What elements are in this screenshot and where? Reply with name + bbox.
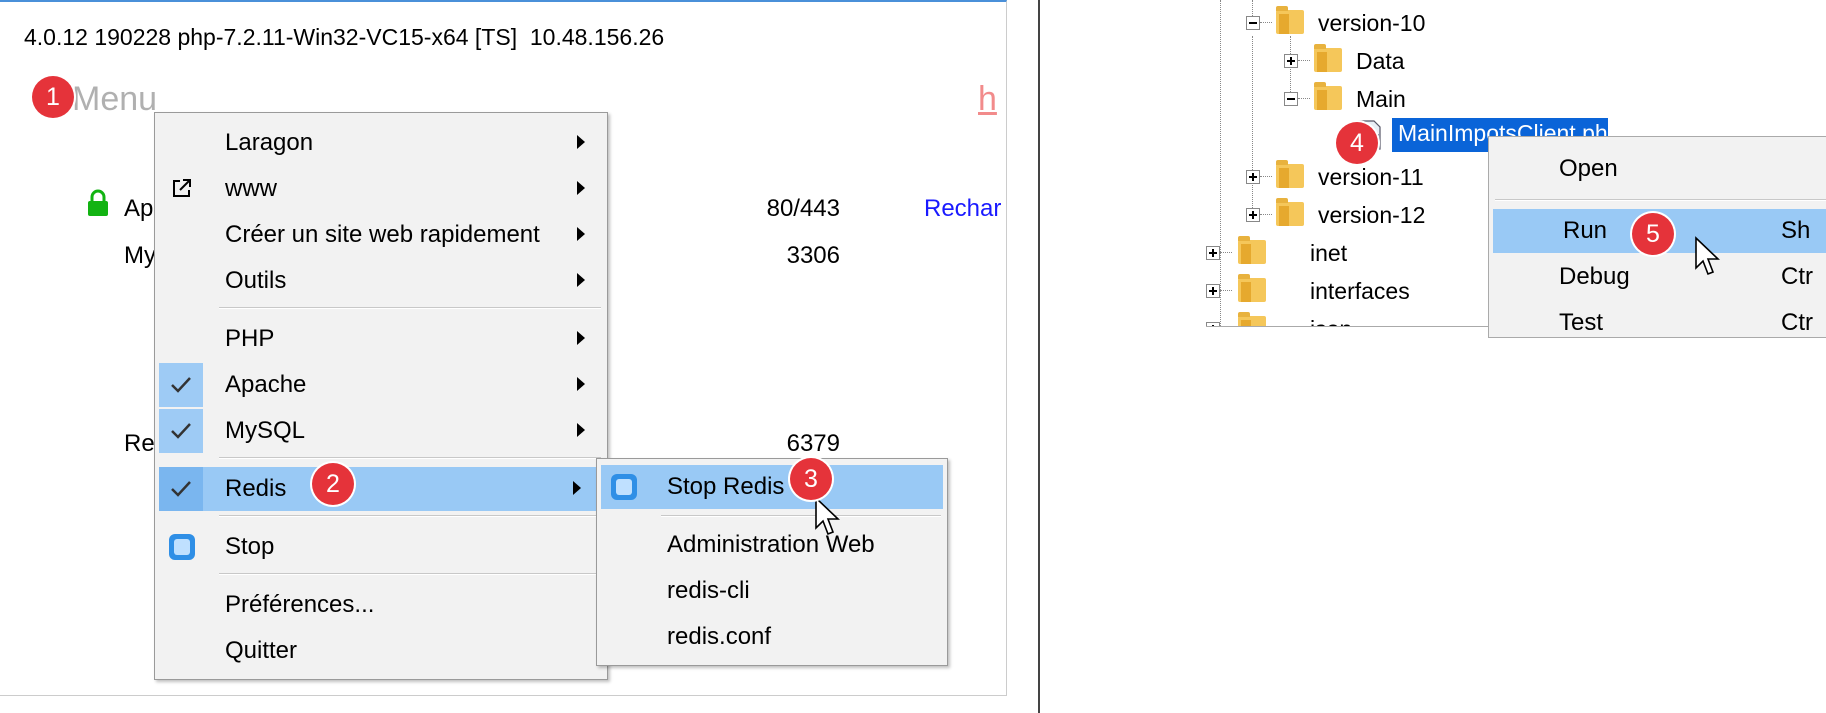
- lock-icon: [88, 189, 108, 216]
- submenu-arrow-icon: [577, 181, 585, 195]
- step-badge-1: 1: [32, 76, 74, 118]
- menu-separator: [219, 457, 601, 459]
- folder-icon: [1238, 274, 1266, 302]
- step-badge-4: 4: [1336, 122, 1378, 164]
- submenu-arrow-icon: [577, 377, 585, 391]
- step-badge-2: 2: [312, 463, 354, 505]
- checkmark-icon: [159, 363, 203, 407]
- step-badge-5: 5: [1632, 213, 1674, 255]
- menu-separator: [661, 515, 941, 517]
- menu-separator: [1495, 199, 1826, 201]
- collapse-icon[interactable]: [1246, 16, 1260, 30]
- stop-icon: [611, 474, 637, 500]
- menu-separator: [219, 515, 601, 517]
- service-mysql-port: 3306: [786, 242, 840, 269]
- shortcut-label: Ctr: [1781, 309, 1813, 336]
- menu-item-www[interactable]: www: [155, 167, 607, 211]
- expand-icon[interactable]: [1206, 246, 1220, 260]
- menu-item-outils[interactable]: Outils: [155, 259, 607, 303]
- stop-icon: [169, 534, 195, 560]
- version-info: 4.0.12 190228 php-7.2.11-Win32-VC15-x64 …: [24, 24, 665, 50]
- external-link-icon: [173, 179, 191, 197]
- service-redis-label: Re: [124, 430, 155, 457]
- menu-button[interactable]: Menu: [72, 80, 157, 119]
- folder-icon: [1238, 312, 1266, 326]
- file-menu-item-test[interactable]: Test Ctr: [1489, 301, 1826, 345]
- expand-icon[interactable]: [1246, 208, 1260, 222]
- service-apache-port: 80/443: [766, 195, 840, 222]
- collapse-icon[interactable]: [1284, 92, 1298, 106]
- expand-icon[interactable]: [1206, 284, 1220, 298]
- home-link[interactable]: h: [978, 80, 997, 119]
- folder-icon: [1314, 44, 1342, 72]
- menu-item-preferences[interactable]: Préférences...: [155, 583, 607, 627]
- menu-separator: [219, 307, 601, 309]
- submenu-item-admin-web[interactable]: Administration Web: [597, 523, 947, 567]
- mouse-cursor-icon: [815, 496, 840, 536]
- menu-item-create-site[interactable]: Créer un site web rapidement: [155, 213, 607, 257]
- submenu-arrow-icon: [577, 135, 585, 149]
- submenu-item-redis-conf[interactable]: redis.conf: [597, 615, 947, 659]
- menu-item-laragon[interactable]: Laragon: [155, 121, 607, 165]
- service-mysql-label: My: [124, 242, 156, 269]
- expand-icon[interactable]: [1246, 170, 1260, 184]
- submenu-arrow-icon: [577, 273, 585, 287]
- submenu-item-stop-redis[interactable]: Stop Redis: [601, 465, 943, 509]
- file-menu-item-debug[interactable]: Debug Ctr: [1489, 255, 1826, 299]
- menu-separator: [219, 573, 601, 575]
- service-redis-port: 6379: [786, 430, 840, 457]
- menu-item-redis[interactable]: Redis: [159, 467, 603, 511]
- folder-icon: [1276, 160, 1304, 188]
- step-badge-3: 3: [790, 458, 832, 500]
- submenu-arrow-icon: [577, 331, 585, 345]
- folder-icon: [1276, 6, 1304, 34]
- menu-item-apache[interactable]: Apache: [155, 363, 607, 407]
- service-apache-label: Ap: [124, 195, 154, 222]
- expand-icon[interactable]: [1284, 54, 1298, 68]
- menu-item-stop[interactable]: Stop: [155, 525, 607, 569]
- submenu-arrow-icon: [577, 423, 585, 437]
- checkmark-icon: [159, 467, 203, 511]
- menu-item-quitter[interactable]: Quitter: [155, 629, 607, 673]
- redis-submenu: Stop Redis Administration Web redis-cli …: [596, 458, 948, 666]
- submenu-arrow-icon: [573, 481, 581, 495]
- context-menu: Laragon www Créer un site web rapidement…: [154, 112, 608, 680]
- file-menu-item-open[interactable]: Open: [1489, 147, 1826, 191]
- panel-divider: [1038, 0, 1040, 713]
- shortcut-label: Ctr: [1781, 263, 1813, 290]
- shortcut-label: Sh: [1781, 217, 1811, 244]
- reload-button[interactable]: Rechar: [924, 195, 1001, 223]
- folder-icon: [1276, 198, 1304, 226]
- checkmark-icon: [159, 409, 203, 453]
- submenu-item-redis-cli[interactable]: redis-cli: [597, 569, 947, 613]
- mouse-cursor-icon: [1695, 236, 1720, 276]
- menu-item-mysql[interactable]: MySQL: [155, 409, 607, 453]
- expand-icon[interactable]: [1206, 322, 1220, 326]
- folder-icon: [1314, 82, 1342, 110]
- folder-icon: [1238, 236, 1266, 264]
- menu-item-php[interactable]: PHP: [155, 317, 607, 361]
- submenu-arrow-icon: [577, 227, 585, 241]
